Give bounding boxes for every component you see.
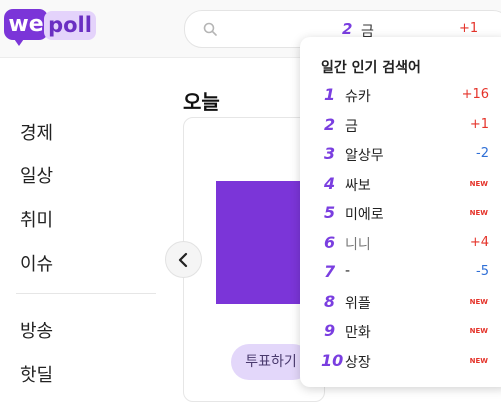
trending-change-up: +16 bbox=[461, 87, 489, 102]
search-rolling-rank: 2 bbox=[342, 20, 353, 38]
trending-rank: 10 bbox=[321, 351, 344, 370]
trending-rank: 8 bbox=[324, 292, 336, 311]
trending-rank: 2 bbox=[324, 115, 336, 134]
wepoll-logo[interactable]: we poll bbox=[4, 9, 96, 47]
sidebar-item-daily[interactable]: 일상 bbox=[20, 162, 53, 188]
trending-new-badge: NEW bbox=[469, 357, 488, 365]
sidebar-item-hobby[interactable]: 취미 bbox=[20, 206, 53, 232]
logo-poll: poll bbox=[44, 11, 96, 40]
trending-keyword: 니니 bbox=[345, 237, 371, 253]
trending-title: 일간 인기 검색어 bbox=[321, 60, 421, 76]
trending-item[interactable]: 8 위플 NEW bbox=[300, 290, 500, 314]
trending-change-down: -2 bbox=[476, 146, 489, 161]
trending-rank: 1 bbox=[324, 85, 336, 104]
search-rolling-change: +1 bbox=[459, 21, 479, 36]
trending-change-up: +1 bbox=[469, 117, 489, 132]
trending-keyword: 금 bbox=[345, 119, 358, 135]
trending-item[interactable]: 7 - -5 bbox=[300, 260, 500, 284]
search-icon[interactable] bbox=[203, 22, 217, 36]
trending-keyword: 상장 bbox=[345, 355, 371, 371]
logo-we: we bbox=[4, 9, 48, 40]
trending-new-badge: NEW bbox=[469, 180, 488, 188]
trending-rank: 6 bbox=[324, 233, 336, 252]
trending-change-up: +4 bbox=[469, 235, 489, 250]
trending-item[interactable]: 1 슈카 +16 bbox=[300, 83, 500, 107]
sidebar-item-issue[interactable]: 이슈 bbox=[20, 250, 53, 276]
logo-bubble-tail bbox=[12, 36, 26, 46]
trending-item[interactable]: 6 니니 +4 bbox=[300, 231, 500, 255]
trending-item[interactable]: 5 미에로 NEW bbox=[300, 201, 500, 225]
sidebar-item-economy[interactable]: 경제 bbox=[20, 119, 53, 145]
section-heading-today: 오늘 bbox=[183, 90, 220, 114]
trending-rank: 7 bbox=[324, 262, 336, 281]
trending-keyword: 알상무 bbox=[345, 148, 384, 164]
trending-change-down: -5 bbox=[476, 264, 489, 279]
trending-keyword: 만화 bbox=[345, 325, 371, 341]
trending-keyword: - bbox=[345, 263, 351, 279]
trending-keywords-dropdown: 일간 인기 검색어 1 슈카 +16 2 금 +1 3 알상무 -2 4 싸보 … bbox=[300, 37, 501, 387]
trending-keyword: 미에로 bbox=[345, 207, 384, 223]
sidebar-item-hotdeal[interactable]: 핫딜 bbox=[20, 361, 53, 387]
trending-rank: 5 bbox=[324, 203, 336, 222]
trending-new-badge: NEW bbox=[469, 327, 488, 335]
trending-item[interactable]: 4 싸보 NEW bbox=[300, 172, 500, 196]
trending-rank: 4 bbox=[324, 174, 336, 193]
trending-keyword: 싸보 bbox=[345, 178, 371, 194]
trending-rank: 9 bbox=[324, 321, 336, 340]
sidebar-item-broadcast[interactable]: 방송 bbox=[20, 317, 53, 343]
trending-item[interactable]: 10 상장 NEW bbox=[300, 349, 500, 373]
vote-button[interactable]: 투표하기 bbox=[231, 344, 311, 380]
trending-item[interactable]: 3 알상무 -2 bbox=[300, 142, 500, 166]
sidebar-divider bbox=[16, 293, 156, 294]
trending-new-badge: NEW bbox=[469, 298, 488, 306]
trending-item[interactable]: 2 금 +1 bbox=[300, 113, 500, 137]
carousel-prev-button[interactable] bbox=[165, 241, 202, 278]
trending-item[interactable]: 9 만화 NEW bbox=[300, 319, 500, 343]
chevron-left-icon bbox=[178, 252, 188, 268]
trending-rank: 3 bbox=[324, 144, 336, 163]
trending-new-badge: NEW bbox=[469, 209, 488, 217]
trending-keyword: 위플 bbox=[345, 296, 371, 312]
trending-keyword: 슈카 bbox=[345, 89, 371, 105]
